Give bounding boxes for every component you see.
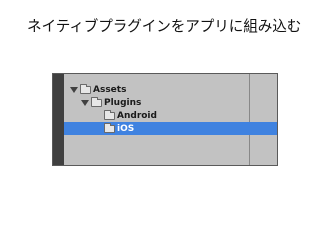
tree-item-label: Assets <box>93 84 127 95</box>
tree-item-ios[interactable]: iOS <box>64 122 277 135</box>
tree-item-plugins[interactable]: Plugins <box>64 96 247 109</box>
panel-divider <box>249 74 250 165</box>
folder-icon <box>104 109 115 120</box>
folder-icon <box>91 96 102 107</box>
slide-title: ネイティブプラグインをアプリに組み込む <box>27 18 302 35</box>
tree-item-assets[interactable]: Assets <box>64 83 247 96</box>
project-panel: Assets Plugins Android iOS <box>52 73 278 166</box>
tree-item-label: Plugins <box>104 97 142 108</box>
panel-left-bar <box>53 74 64 165</box>
tree-item-label: Android <box>117 110 157 121</box>
folder-icon <box>104 122 115 133</box>
tree-item-label: iOS <box>117 123 135 134</box>
folder-icon <box>80 83 91 94</box>
tree-item-android[interactable]: Android <box>64 109 247 122</box>
expand-arrow-icon[interactable] <box>81 99 89 106</box>
expand-arrow-icon[interactable] <box>70 86 78 93</box>
